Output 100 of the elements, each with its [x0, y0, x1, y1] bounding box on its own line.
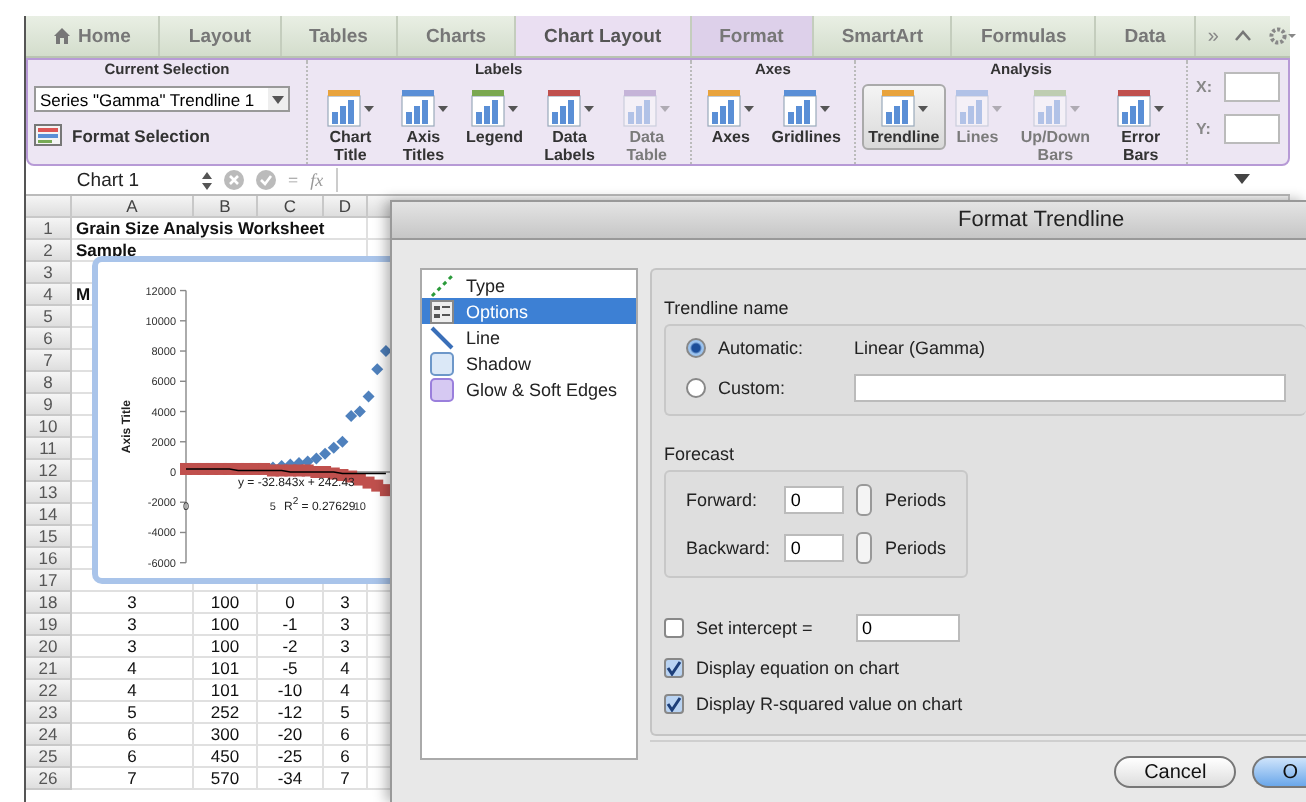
row-header[interactable]: 25: [26, 746, 72, 768]
row-header[interactable]: 3: [26, 262, 72, 284]
category-item[interactable]: Options: [422, 298, 636, 324]
line-icon: [430, 325, 454, 349]
section-title: Forecast: [664, 444, 737, 464]
row-header[interactable]: 23: [26, 702, 72, 724]
row-header[interactable]: 19: [26, 614, 72, 636]
default-button[interactable]: O: [1252, 756, 1306, 788]
stepper[interactable]: [856, 484, 873, 516]
row-header[interactable]: 5: [26, 306, 72, 328]
table-cell: -12: [258, 702, 324, 724]
bar-chart-icon: [620, 88, 673, 128]
list-icon: [430, 299, 454, 323]
checkbox-label: Set intercept =: [696, 618, 815, 638]
table-cell: -25: [258, 746, 324, 768]
stepper-icon[interactable]: [202, 171, 212, 189]
ribbon-tab[interactable]: Chart Layout: [516, 16, 692, 56]
table-cell: 3: [72, 614, 194, 636]
table-cell: -2: [258, 636, 324, 658]
ribbon-button[interactable]: Axes: [698, 84, 763, 150]
checkbox[interactable]: [664, 658, 684, 678]
table-cell: 450: [194, 746, 258, 768]
row-header[interactable]: 7: [26, 350, 72, 372]
row-header[interactable]: 18: [26, 592, 72, 614]
table-cell: 101: [194, 658, 258, 680]
caret-icon[interactable]: [1234, 174, 1250, 186]
periods-field[interactable]: 0: [784, 486, 845, 514]
cancel-button[interactable]: Cancel: [1114, 756, 1237, 788]
format-selection-button[interactable]: Format Selection: [34, 124, 301, 146]
category-item[interactable]: Shadow: [422, 350, 636, 376]
column-header[interactable]: C: [258, 196, 324, 218]
row-header[interactable]: 17: [26, 570, 72, 592]
format-icon: [34, 124, 62, 146]
square-icon: [430, 377, 454, 401]
category-item[interactable]: Glow & Soft Edges: [422, 376, 636, 402]
radio-button[interactable]: [686, 338, 706, 358]
ribbon-button[interactable]: Legend: [460, 84, 529, 150]
confirm-icon[interactable]: [256, 170, 276, 190]
row-header[interactable]: 1: [26, 218, 72, 240]
ribbon-button[interactable]: Axis Titles: [386, 84, 461, 168]
ribbon-button[interactable]: Chart Title: [314, 84, 387, 168]
column-header[interactable]: A: [72, 196, 194, 218]
checkbox[interactable]: [664, 694, 684, 714]
row-header[interactable]: 14: [26, 504, 72, 526]
periods-field[interactable]: 0: [784, 534, 845, 562]
column-header[interactable]: B: [194, 196, 258, 218]
ribbon-tab[interactable]: Data: [1096, 16, 1196, 56]
row-header[interactable]: 9: [26, 394, 72, 416]
table-cell: 6: [324, 746, 368, 768]
row-header[interactable]: 24: [26, 724, 72, 746]
corner-cell[interactable]: [26, 196, 72, 218]
table-cell: 4: [324, 658, 368, 680]
dialog-title: Format Trendline: [958, 208, 1125, 232]
row-header[interactable]: 26: [26, 768, 72, 790]
ribbon-button[interactable]: Trendline: [862, 84, 946, 150]
row-header[interactable]: 16: [26, 548, 72, 570]
category-item[interactable]: Line: [422, 324, 636, 350]
row-header[interactable]: 11: [26, 438, 72, 460]
table-cell: 7: [324, 768, 368, 790]
row-header[interactable]: 6: [26, 328, 72, 350]
dotted-line-icon: [430, 273, 454, 297]
section-title: Trendline name: [664, 298, 791, 318]
ribbon-tab[interactable]: Formulas: [952, 16, 1097, 56]
column-header[interactable]: D: [324, 196, 368, 218]
bar-chart-icon: [397, 88, 450, 128]
bar-chart-icon: [951, 88, 1004, 128]
ribbon-tab[interactable]: SmartArt: [813, 16, 953, 56]
position-field[interactable]: [1223, 114, 1280, 144]
row-header[interactable]: 15: [26, 526, 72, 548]
row-header[interactable]: 12: [26, 460, 72, 482]
table-cell: 7: [72, 768, 194, 790]
custom-name-field[interactable]: [854, 374, 1286, 402]
table-cell: 5: [324, 702, 368, 724]
table-cell: -20: [258, 724, 324, 746]
position-field[interactable]: [1223, 72, 1280, 102]
ribbon-tab[interactable]: Layout: [160, 16, 282, 56]
settings-icon[interactable]: [1268, 26, 1297, 46]
row-header[interactable]: 10: [26, 416, 72, 438]
row-header[interactable]: 22: [26, 680, 72, 702]
name-box[interactable]: Chart 1: [26, 169, 190, 191]
radio-button[interactable]: [686, 378, 706, 398]
ribbon-tab[interactable]: Home: [26, 16, 161, 56]
bar-chart-icon: [704, 88, 757, 128]
row-header[interactable]: 2: [26, 240, 72, 262]
intercept-field[interactable]: 0: [856, 614, 960, 642]
row-header[interactable]: 4: [26, 284, 72, 306]
ribbon-tab[interactable]: Tables: [281, 16, 398, 56]
row-header[interactable]: 8: [26, 372, 72, 394]
table-cell: 100: [194, 614, 258, 636]
selection-dropdown[interactable]: Series "Gamma" Trendline 1: [34, 86, 290, 112]
category-item[interactable]: Type: [422, 272, 636, 298]
chevron-up-icon[interactable]: [1234, 30, 1253, 42]
cancel-icon[interactable]: [224, 170, 244, 190]
stepper[interactable]: [856, 532, 873, 564]
row-header[interactable]: 13: [26, 482, 72, 504]
row-header[interactable]: 20: [26, 636, 72, 658]
row-header[interactable]: 21: [26, 658, 72, 680]
ribbon-button[interactable]: Gridlines: [765, 84, 847, 150]
data-point: [371, 363, 384, 376]
checkbox[interactable]: [664, 618, 684, 638]
